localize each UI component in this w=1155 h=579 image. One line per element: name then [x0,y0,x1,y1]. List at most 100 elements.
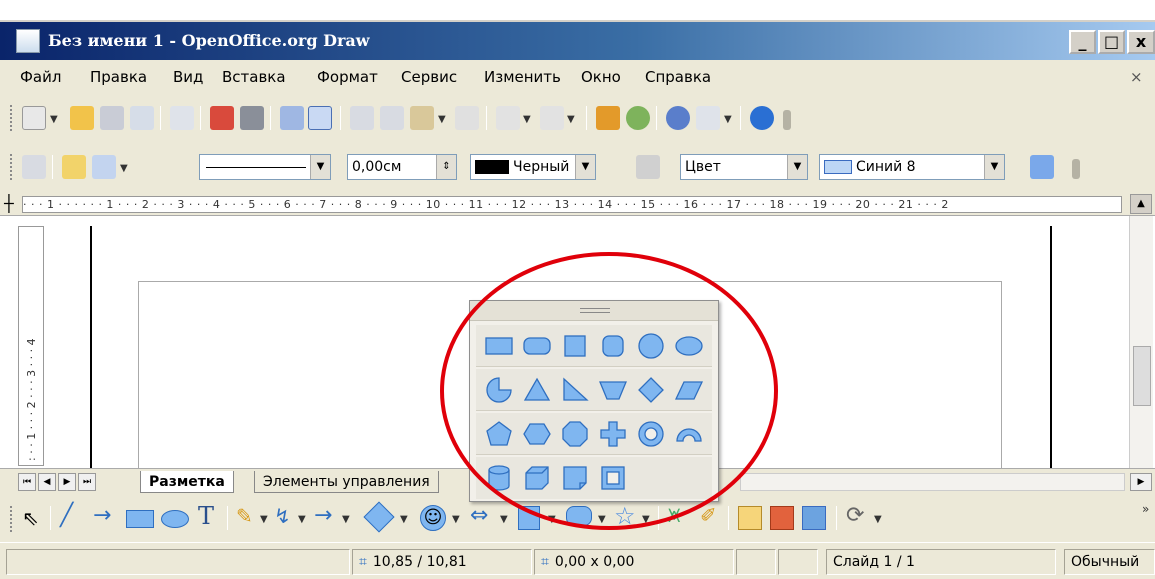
styles-icon[interactable] [22,155,46,179]
first-page-icon[interactable]: ⏮ [18,473,36,491]
format-paintbrush-icon[interactable] [455,106,479,130]
popup-drag-handle[interactable] [470,301,718,321]
export-pdf-icon[interactable] [210,106,234,130]
chart-icon[interactable] [596,106,620,130]
last-page-icon[interactable]: ⏭ [78,473,96,491]
chevron-down-icon[interactable]: ▼ [310,155,330,179]
email-icon[interactable] [130,106,154,130]
chevron-down-icon[interactable]: ▼ [567,114,575,125]
toolbar-grip[interactable] [10,154,13,180]
tab-stop-icon[interactable]: ┼ [4,194,14,213]
can-icon[interactable] [484,463,514,493]
save-icon[interactable] [100,106,124,130]
regular-pentagon-icon[interactable] [484,419,514,449]
octagon-icon[interactable] [560,419,590,449]
status-zoom[interactable] [736,549,776,575]
line-style-select[interactable]: ▼ [199,154,331,180]
edit-file-icon[interactable] [170,106,194,130]
close-button[interactable]: x [1127,30,1155,54]
points-icon[interactable]: ⩙ [668,503,680,528]
navigator-icon[interactable] [666,106,690,130]
toolbar-overflow-icon[interactable]: » [1142,502,1149,516]
isosceles-triangle-icon[interactable] [522,375,552,405]
minimize-button[interactable]: _ [1069,30,1096,54]
chevron-down-icon[interactable]: ▼ [548,514,556,525]
symbol-shapes-icon[interactable]: ☺ [420,505,446,531]
right-triangle-icon[interactable] [560,375,590,405]
callouts-icon[interactable] [566,506,592,526]
basic-shapes-icon[interactable] [363,501,395,533]
undo-icon[interactable] [496,106,520,130]
fill-color-select[interactable]: Синий 8 ▼ [819,154,1005,180]
ellipse-icon[interactable] [674,331,704,361]
fontwork-icon[interactable] [738,506,762,530]
menu-help[interactable]: Справка [645,68,711,86]
shadow-icon[interactable] [1030,155,1054,179]
circle-pie-icon[interactable] [484,375,514,405]
lines-arrows-icon[interactable]: → [314,503,332,528]
cut-icon[interactable] [350,106,374,130]
spinner-icon[interactable]: ⇕ [436,155,456,179]
chevron-down-icon[interactable]: ▼ [298,514,306,525]
square-icon[interactable] [560,331,590,361]
trapezoid-icon[interactable] [598,375,628,405]
rounded-rectangle-icon[interactable] [522,331,552,361]
chevron-down-icon[interactable]: ▼ [874,514,882,525]
parallelogram-icon[interactable] [674,375,704,405]
toolbar-grip[interactable] [10,105,13,131]
frame-icon[interactable] [598,463,628,493]
previous-page-icon[interactable]: ◀ [38,473,56,491]
rounded-square-icon[interactable] [598,331,628,361]
paste-icon[interactable] [410,106,434,130]
tab-layout[interactable]: Разметка [140,471,234,493]
maximize-button[interactable]: □ [1098,30,1125,54]
autospellcheck-icon[interactable] [308,106,332,130]
close-document-button[interactable]: × [1130,68,1143,86]
scroll-right-button[interactable]: ▶ [1130,473,1152,491]
chevron-down-icon[interactable]: ▼ [120,163,128,174]
chevron-down-icon[interactable]: ▼ [260,514,268,525]
toolbar-overflow-icon[interactable] [1072,159,1080,179]
ring-icon[interactable] [636,419,666,449]
scroll-up-button[interactable]: ▲ [1130,194,1152,214]
hexagon-icon[interactable] [522,419,552,449]
curve-tool-icon[interactable]: ✎ [236,504,253,528]
folded-corner-icon[interactable] [560,463,590,493]
hyperlink-icon[interactable] [626,106,650,130]
open-folder-icon[interactable] [70,106,94,130]
redo-icon[interactable] [540,106,564,130]
flowchart-icon[interactable] [518,506,540,530]
menu-view[interactable]: Вид [173,68,203,86]
next-page-icon[interactable]: ▶ [58,473,76,491]
horizontal-scrollbar[interactable] [740,473,1125,491]
scroll-thumb[interactable] [1133,346,1151,406]
stars-icon[interactable]: ☆ [614,502,636,530]
rectangle-tool-icon[interactable] [126,510,154,528]
chevron-down-icon[interactable]: ▼ [984,155,1004,179]
chevron-down-icon[interactable]: ▼ [342,514,350,525]
cube-icon[interactable] [522,463,552,493]
toolbar-overflow-icon[interactable] [783,110,791,130]
area-fill-icon[interactable] [636,155,660,179]
rectangle-icon[interactable] [484,331,514,361]
diamond-icon[interactable] [636,375,666,405]
circle-icon[interactable] [636,331,666,361]
from-file-icon[interactable] [770,506,794,530]
line-color-select[interactable]: Черный ▼ [470,154,596,180]
select-arrow-icon[interactable]: ⇖ [22,506,39,530]
help-icon[interactable] [750,106,774,130]
chevron-down-icon[interactable]: ▼ [400,514,408,525]
zoom-icon[interactable] [696,106,720,130]
menu-file[interactable]: Файл [20,68,61,86]
print-icon[interactable] [240,106,264,130]
toolbar-grip[interactable] [10,506,13,532]
glue-points-icon[interactable]: ✐ [700,503,717,527]
line-icon[interactable] [62,155,86,179]
chevron-down-icon[interactable]: ▼ [787,155,807,179]
chevron-down-icon[interactable]: ▼ [523,114,531,125]
chevron-down-icon[interactable]: ▼ [438,114,446,125]
chevron-down-icon[interactable]: ▼ [598,514,606,525]
connector-tool-icon[interactable]: ↯ [274,504,291,528]
fill-type-select[interactable]: Цвет ▼ [680,154,808,180]
gallery-icon[interactable] [802,506,826,530]
